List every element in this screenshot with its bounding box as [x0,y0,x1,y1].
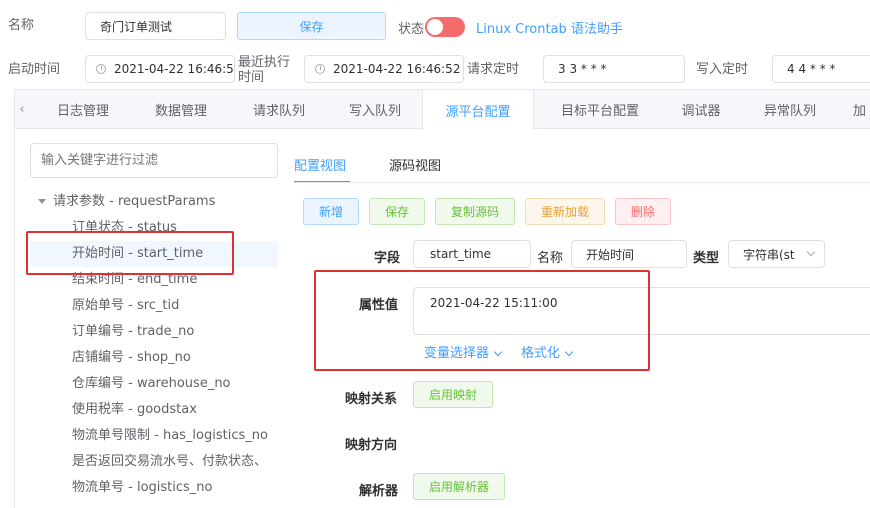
tree-item[interactable]: 仓库编号 - warehouse_no [72,371,231,397]
tab-target-config[interactable]: 目标平台配置 [545,90,655,129]
view-tab-config[interactable]: 配置视图 [294,155,346,174]
write-cron-label: 写入定时 [696,62,749,77]
start-time-picker[interactable]: 2021-04-22 16:46:52 [85,55,235,83]
last-exec-label: 最近执行时间 [238,55,291,85]
chevron-down-icon [806,247,816,257]
reload-button[interactable]: 重新加载 [525,198,605,225]
copy-source-button[interactable]: 复制源码 [435,198,515,225]
field-label: 字段 [374,251,401,266]
type-select-value: 字符串(st [743,247,795,262]
write-cron-input[interactable]: 4 4 * * * [772,55,870,83]
header-save-button[interactable]: 保存 [237,12,386,40]
clock-icon [96,64,106,74]
highlight-attr-value [314,270,650,371]
tab-data-management[interactable]: 数据管理 [139,90,223,129]
add-button[interactable]: 新增 [303,198,359,225]
tree-item[interactable]: 物流单号 - logistics_no [72,475,212,501]
start-time-label: 启动时间 [8,62,61,77]
toggle-knob [427,19,443,35]
mapping-label: 映射关系 [345,392,398,407]
save-button[interactable]: 保存 [369,198,425,225]
delete-button[interactable]: 删除 [615,198,671,225]
type-label: 类型 [693,251,720,266]
view-tab-source[interactable]: 源码视图 [389,155,441,174]
request-cron-input[interactable]: 3 3 * * * [543,55,685,83]
tab-source-config[interactable]: 源平台配置 [422,90,534,130]
tab-scroll-left[interactable]: ‹ [15,90,29,129]
tree-item[interactable]: 物流单号限制 - has_logistics_no [72,423,268,449]
tree-item[interactable]: 原始单号 - src_tid [72,293,179,319]
field-input[interactable]: start_time [413,240,531,268]
parser-label: 解析器 [359,484,399,499]
status-toggle[interactable] [425,17,465,37]
tab-debugger[interactable]: 调试器 [665,90,737,129]
last-exec-picker[interactable]: 2021-04-22 16:46:52 [304,55,464,83]
tree-root-request-params[interactable]: 请求参数 - requestParams [53,189,215,215]
crontab-helper-link[interactable]: Linux Crontab 语法助手 [476,18,623,37]
name-field-label: 名称 [537,251,564,266]
start-time-value: 2021-04-22 16:46:52 [114,62,235,76]
tab-log-management[interactable]: 日志管理 [41,90,125,129]
tab-exception-queue[interactable]: 异常队列 [750,90,830,129]
status-label: 状态 [398,22,425,37]
tab-request-queue[interactable]: 请求队列 [237,90,321,129]
request-cron-label: 请求定时 [467,62,520,77]
main-tabs: ‹ 日志管理 数据管理 请求队列 写入队列 源平台配置 目标平台配置 调试器 异… [14,89,870,130]
enable-mapping-button[interactable]: 启用映射 [413,381,493,408]
tree-item[interactable]: 使用税率 - goodstax [72,397,197,423]
name-label: 名称 [8,18,35,33]
tree-caret-icon[interactable] [38,199,46,204]
content-left-border [14,129,15,508]
tab-write-queue[interactable]: 写入队列 [333,90,417,129]
tree-filter-input[interactable] [30,143,278,178]
tree-item[interactable]: 订单编号 - trade_no [72,319,194,345]
tree-item[interactable]: 店铺编号 - shop_no [72,345,191,371]
enable-parser-button[interactable]: 启用解析器 [413,473,505,500]
type-select[interactable]: 字符串(st [728,240,825,268]
name-input[interactable]: 奇门订单测试 [85,12,226,40]
view-tabs-divider [294,182,870,183]
tab-overflow[interactable]: 加 [853,90,870,129]
mapping-direction-label: 映射方向 [345,438,398,453]
last-exec-value: 2021-04-22 16:46:52 [333,62,461,76]
name-field-input[interactable]: 开始时间 [571,240,687,268]
clock-icon [315,64,325,74]
tree-item[interactable]: 是否返回交易流水号、付款状态、 [72,449,267,475]
highlight-selected-tree-item [26,231,234,275]
